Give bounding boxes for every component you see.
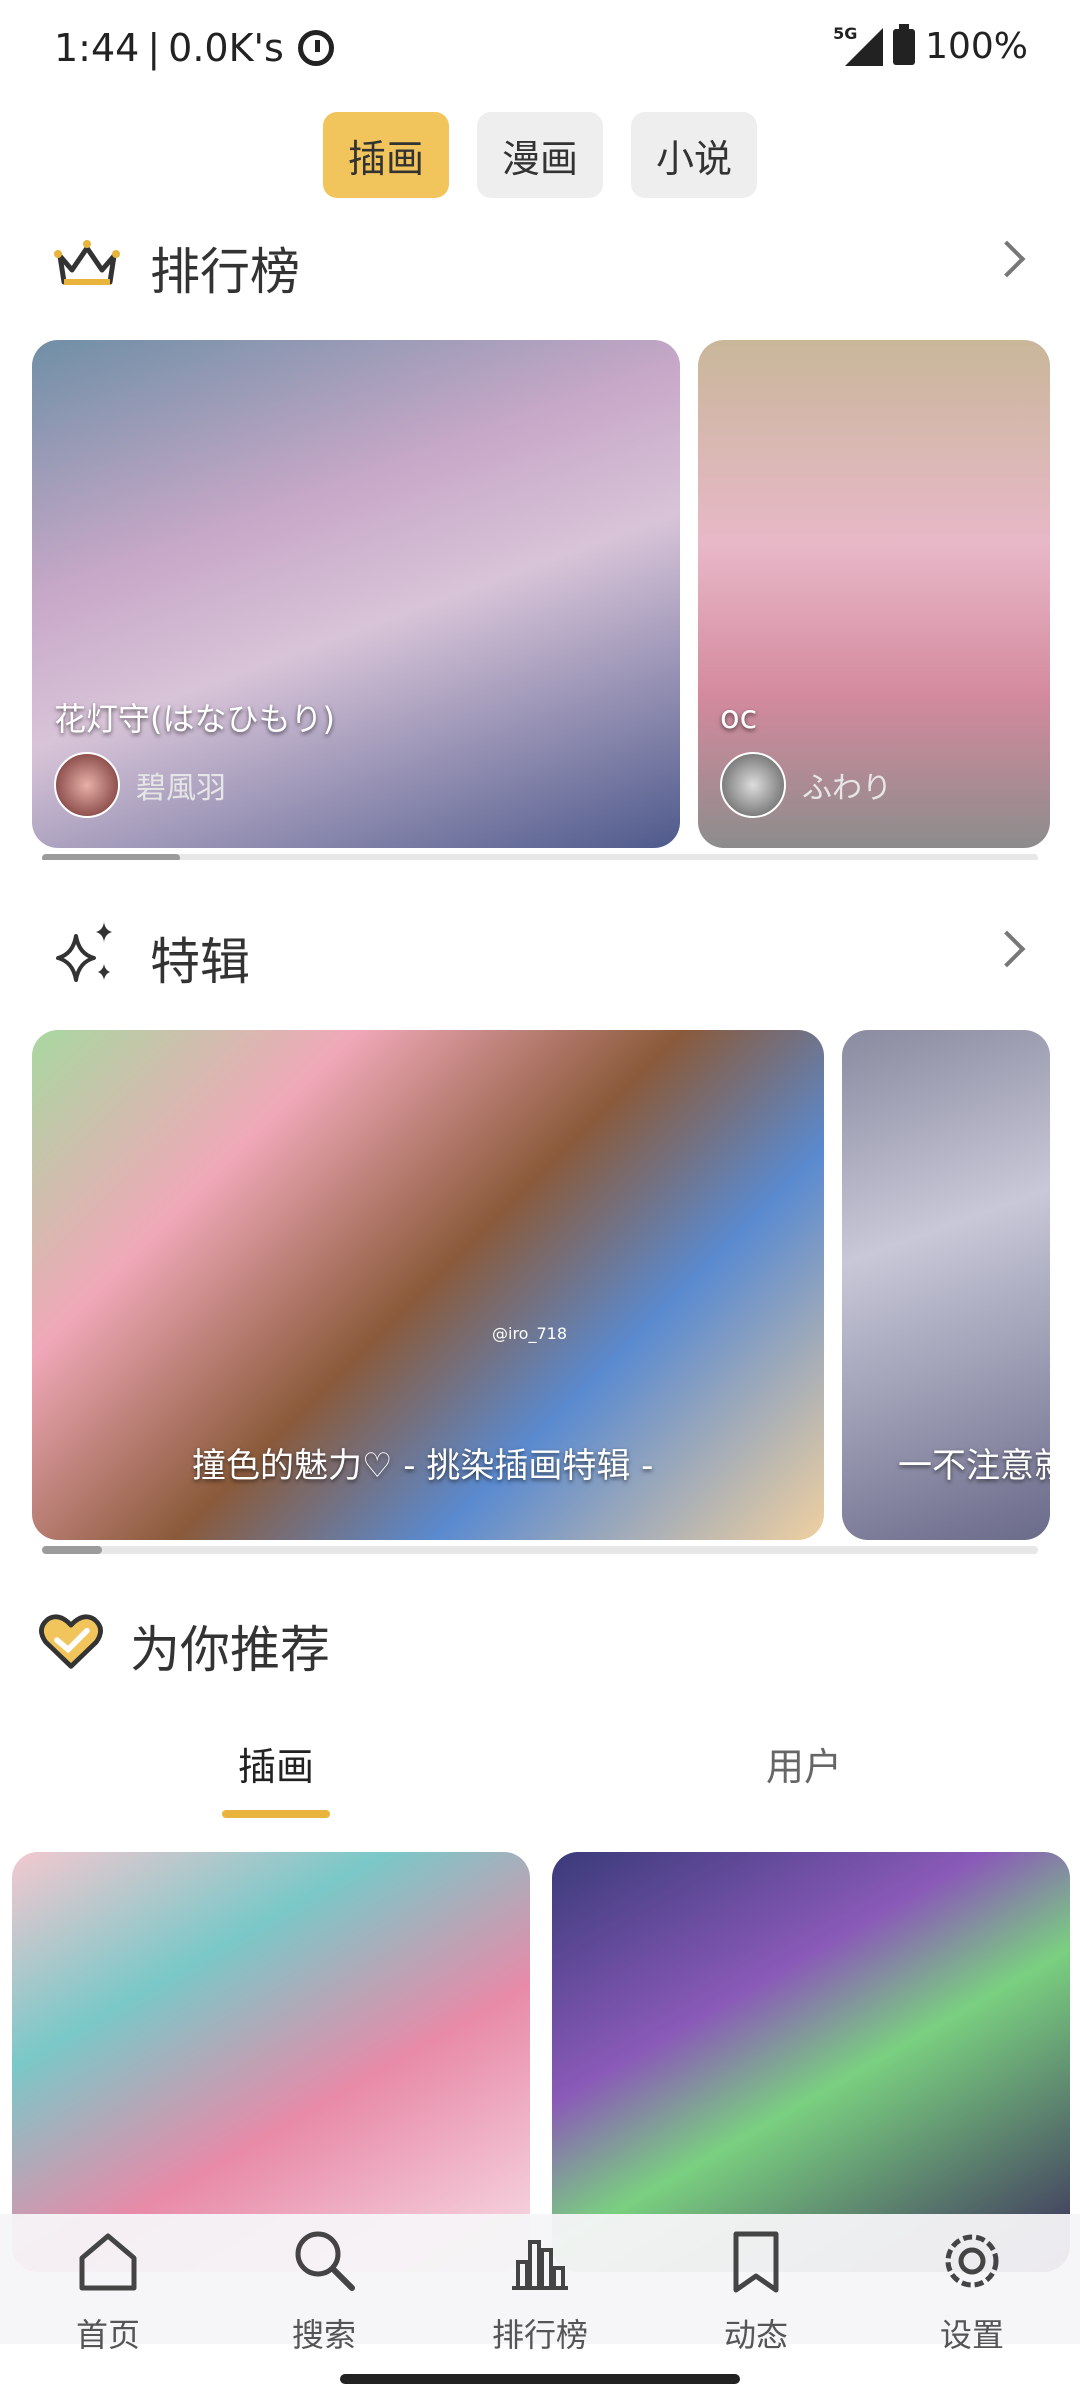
tab-manga[interactable]: 漫画 [477, 112, 603, 198]
status-speed: 0.0K's [168, 26, 284, 70]
special-header[interactable]: 特辑 [0, 904, 1080, 1004]
special-card-title: 撞色的魅力♡ - 挑染插画特辑 - [192, 1446, 654, 1486]
nav-activity[interactable]: 动态 [686, 2222, 826, 2356]
heart-icon [39, 1614, 103, 1669]
sparkle-icon [56, 922, 112, 982]
ranking-card-author[interactable]: 碧風羽 [54, 752, 226, 818]
nav-home-label: 首页 [75, 2316, 140, 2354]
status-time: 1:44 [54, 26, 140, 70]
ranking-carousel[interactable]: 花灯守(はなひもり) 碧風羽 oc ふわり [0, 340, 1080, 860]
special-card[interactable]: @iro_718 撞色的魅力♡ - 挑染插画特辑 - [32, 1030, 824, 1540]
chart-icon [512, 2240, 568, 2290]
search-icon [295, 2231, 355, 2291]
ranking-card[interactable]: oc ふわり [698, 340, 1050, 848]
tab-indicator [222, 1810, 330, 1818]
nav-ranking-label: 排行榜 [491, 2316, 588, 2354]
ranking-card-title: 花灯守(はなひもり) [54, 700, 335, 738]
special-card-title: 一不注意就 [898, 1446, 1050, 1486]
ranking-card-title: oc [720, 698, 758, 736]
ranking-card[interactable]: 花灯守(はなひもり) 碧風羽 [32, 340, 680, 848]
status-bar: 1:44 | 0.0K's 5G 100% [0, 0, 1080, 100]
recommend-tabs: 插画 用户 [0, 1700, 1080, 1820]
recommend-artwork[interactable] [552, 1852, 1070, 2272]
nav-ranking[interactable]: 排行榜 [470, 2222, 610, 2356]
chevron-right-icon[interactable] [988, 240, 1026, 278]
battery-icon [893, 23, 916, 65]
recommend-artwork[interactable] [12, 1852, 530, 2272]
nav-search[interactable]: 搜索 [254, 2222, 394, 2356]
author-name: ふわり [802, 771, 892, 806]
ranking-card-author[interactable]: ふわり [720, 752, 892, 818]
battery-level: 100% [925, 26, 1028, 67]
tab-novel[interactable]: 小说 [631, 112, 757, 198]
tab-illustration[interactable]: 插画 [323, 112, 449, 198]
bottom-nav: 首页 搜索 排行榜 动态 设置 [0, 2214, 1080, 2354]
gesture-bar[interactable] [340, 2374, 740, 2384]
nav-settings[interactable]: 设置 [902, 2222, 1042, 2356]
content-type-tabs: 插画 漫画 小说 [0, 112, 1080, 198]
author-name: 碧風羽 [136, 771, 226, 806]
recommend-title: 为你推荐 [130, 1621, 330, 1679]
special-card[interactable]: 一不注意就 [842, 1030, 1050, 1540]
avatar [720, 752, 786, 818]
avatar [54, 752, 120, 818]
watermark: @iro_718 [492, 1324, 567, 1343]
nav-activity-label: 动态 [723, 2316, 788, 2354]
special-scrollbar[interactable] [42, 1546, 1038, 1554]
chevron-right-icon[interactable] [988, 930, 1026, 968]
alarm-icon [297, 30, 334, 66]
signal-icon: 5G [833, 24, 884, 66]
ranking-title: 排行榜 [150, 243, 300, 301]
nav-search-label: 搜索 [291, 2316, 356, 2354]
bookmark-icon [733, 2231, 779, 2293]
nav-home[interactable]: 首页 [38, 2222, 178, 2356]
home-icon [79, 2233, 137, 2291]
recommend-header: 为你推荐 [0, 1592, 1080, 1692]
crown-icon [54, 240, 120, 285]
tab-rec-illustration[interactable]: 插画 [238, 1736, 314, 1791]
nav-settings-label: 设置 [939, 2316, 1004, 2354]
ranking-header[interactable]: 排行榜 [0, 214, 1080, 314]
special-carousel[interactable]: @iro_718 撞色的魅力♡ - 挑染插画特辑 - 一不注意就 [0, 1030, 1080, 1560]
special-title: 特辑 [150, 933, 250, 991]
status-left: 1:44 | 0.0K's [54, 26, 334, 70]
ranking-scrollbar[interactable] [42, 854, 1038, 860]
gear-icon [945, 2234, 999, 2288]
tab-rec-users[interactable]: 用户 [766, 1736, 842, 1791]
status-right: 5G 100% [833, 23, 1028, 67]
